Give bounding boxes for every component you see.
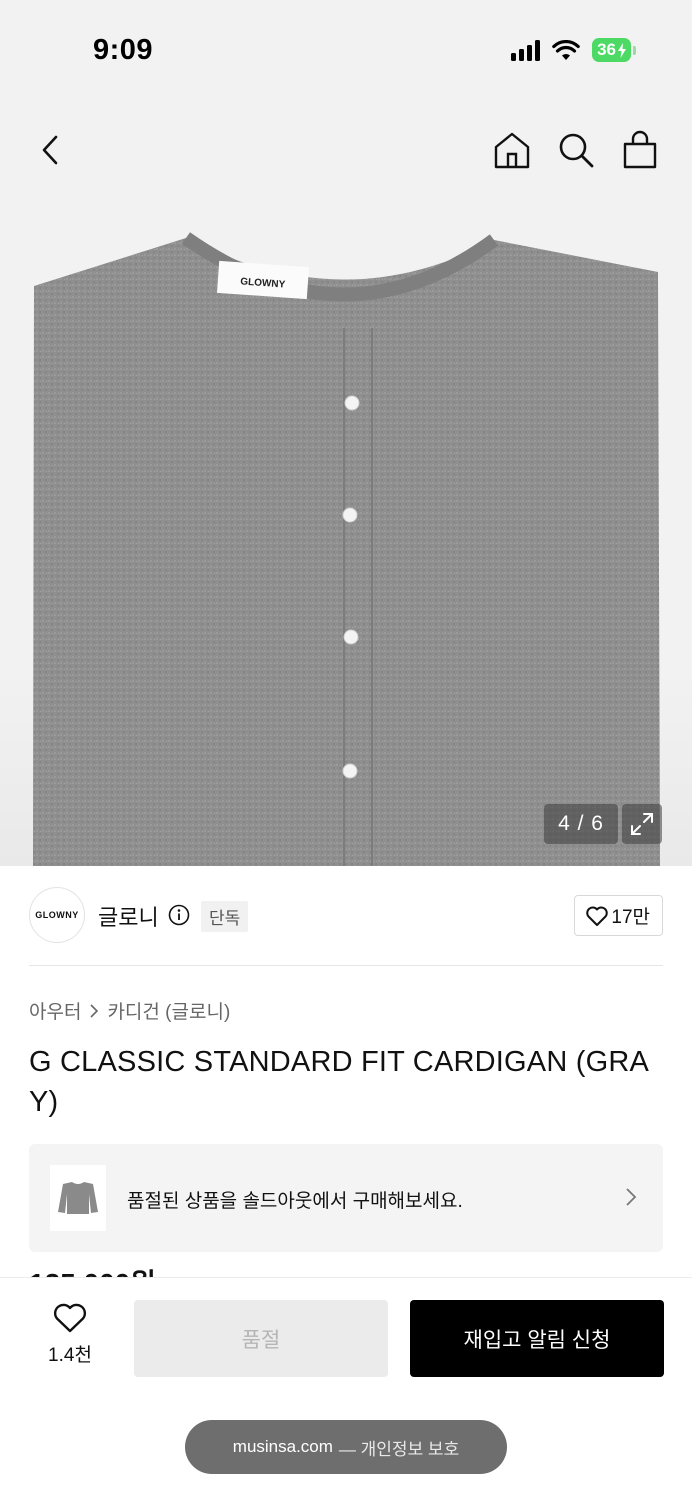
exclusive-badge: 단독	[201, 901, 249, 932]
home-icon	[494, 132, 530, 169]
battery-icon: 36	[592, 38, 636, 62]
brand-like-button[interactable]: 17만	[574, 895, 663, 936]
shopping-bag-icon	[623, 130, 657, 169]
wifi-icon	[552, 39, 580, 60]
battery-level: 36	[597, 40, 616, 59]
top-nav	[0, 100, 692, 200]
divider	[29, 965, 663, 966]
search-button[interactable]	[554, 126, 598, 174]
product-title: G CLASSIC STANDARD FIT CARDIGAN (GRAY)	[29, 1046, 650, 1118]
signal-icon	[511, 39, 541, 61]
product-gallery[interactable]: GLOWNY 4 / 6	[0, 200, 692, 866]
chevron-right-icon	[626, 1188, 637, 1206]
wishlist-button[interactable]: 1.4천	[34, 1302, 106, 1367]
chevron-right-icon	[90, 1003, 99, 1018]
chevron-left-icon	[42, 135, 58, 165]
status-indicators: 36	[511, 38, 636, 62]
url-privacy-note: — 개인정보 보호	[338, 1439, 460, 1459]
url-bar[interactable]: musinsa.com — 개인정보 보호	[185, 1420, 507, 1474]
soldout-button[interactable]: 품절	[134, 1300, 388, 1377]
brand-logo[interactable]: GLOWNY	[29, 887, 85, 943]
soldout-banner[interactable]: 품절된 상품을 솔드아웃에서 구매해보세요.	[29, 1144, 663, 1252]
brand-like-count: 17만	[611, 907, 650, 928]
expand-button[interactable]	[622, 804, 662, 844]
sweater-thumbnail-icon	[58, 1182, 98, 1214]
brand-name[interactable]: 글로니	[98, 900, 159, 932]
url-domain: musinsa.com	[232, 1437, 333, 1456]
breadcrumb-outer[interactable]: 아우터	[29, 997, 81, 1024]
soldout-thumbnail	[50, 1165, 106, 1231]
expand-icon	[631, 813, 653, 835]
image-counter: 4 / 6	[544, 804, 618, 844]
breadcrumb-cardigan[interactable]: 카디건 (글로니)	[107, 997, 230, 1024]
status-bar: 9:09 36	[0, 0, 692, 100]
soldout-banner-text: 품절된 상품을 솔드아웃에서 구매해보세요.	[127, 1191, 463, 1212]
status-time: 9:09	[93, 34, 154, 66]
info-icon[interactable]	[168, 904, 190, 926]
cardigan-image: GLOWNY	[33, 232, 660, 866]
home-button[interactable]	[490, 126, 534, 174]
heart-icon	[586, 906, 609, 926]
heart-icon	[53, 1303, 87, 1333]
back-button[interactable]	[30, 126, 70, 174]
cart-button[interactable]	[618, 126, 662, 174]
brand-row: GLOWNY 글로니 단독 17만	[29, 886, 663, 944]
wishlist-count: 1.4천	[48, 1345, 92, 1366]
search-icon	[559, 133, 594, 168]
restock-alert-button[interactable]: 재입고 알림 신청	[410, 1300, 664, 1377]
breadcrumb: 아우터 카디건 (글로니)	[29, 997, 230, 1024]
